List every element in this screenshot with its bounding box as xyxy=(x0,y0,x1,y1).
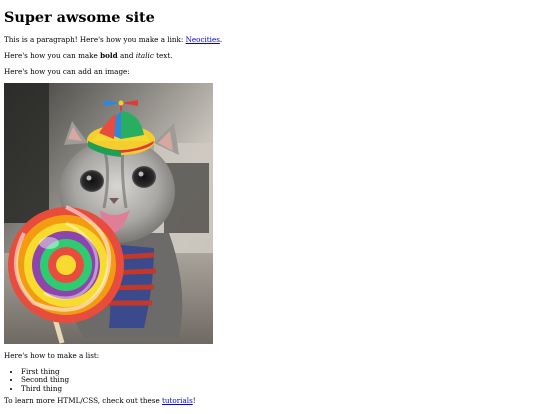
list-item: Second thing xyxy=(21,376,536,385)
item-list: First thing Second thing Third thing xyxy=(4,367,536,394)
footer-paragraph: To learn more HTML/CSS, check out these … xyxy=(4,395,536,406)
footer-tail: ! xyxy=(192,395,196,405)
page: Super awsome site This is a paragraph! H… xyxy=(0,9,540,405)
paragraph-formatting: Here's how you can make bold and italic … xyxy=(4,50,536,61)
neocities-link[interactable]: Neocities xyxy=(186,35,220,44)
paragraph-link: This is a paragraph! Here's how you make… xyxy=(4,35,536,45)
paragraph-text: This is a paragraph! Here's how you make… xyxy=(4,35,186,45)
list-item: Third thing xyxy=(21,384,536,394)
kitten-lollipop-image xyxy=(4,83,213,345)
list-item: First thing xyxy=(21,367,536,377)
bold-text: bold xyxy=(100,50,118,60)
formatting-mid: and xyxy=(117,50,136,60)
formatting-pre: Here's how you can make xyxy=(4,50,101,60)
paragraph-image-intro: Here's how you can add an image: xyxy=(4,66,130,76)
list-intro: Here's how to make a list: xyxy=(4,351,100,361)
formatting-tail: text. xyxy=(153,50,173,60)
paragraph-tail: . xyxy=(219,35,223,45)
tutorials-link[interactable]: tutorials xyxy=(162,396,193,405)
footer-text: To learn more HTML/CSS, check out these xyxy=(4,395,163,405)
italic-text: italic xyxy=(135,50,154,60)
page-title: Super awsome site xyxy=(4,9,155,26)
